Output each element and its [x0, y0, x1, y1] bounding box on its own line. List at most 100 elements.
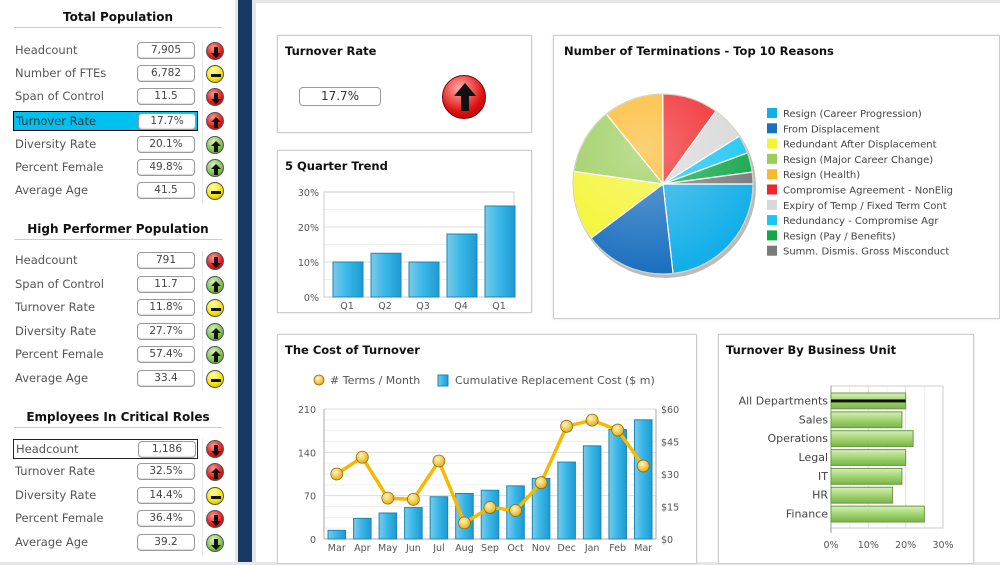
y-tick-label-right: $60 [661, 405, 679, 416]
bar [484, 205, 516, 298]
arrow-down-icon [206, 440, 224, 458]
quarter-trend-chart: 0% 10% 20% 30% Q1 Q2 Q3 Q4 Q1 [298, 188, 516, 312]
legend-swatch [767, 230, 777, 241]
arrow-down-icon [206, 88, 224, 106]
kpi-row-diversity-rate[interactable]: Diversity Rate 14.4% [13, 486, 198, 506]
kpi-label: Average Age [15, 371, 89, 385]
kpi-value: 11.8% [137, 299, 195, 316]
line-point [509, 504, 522, 517]
legend-swatch [767, 123, 777, 134]
arrow-down-icon [206, 534, 224, 552]
bar [332, 261, 364, 298]
kpi-row-average-age[interactable]: Average Age 33.4 [13, 369, 198, 389]
kpi-label: Average Age [15, 535, 89, 549]
quarter-trend-panel: 5 Quarter Trend 0% 10% 20% 30% Q1 Q2 Q3 Q4 Q1 [277, 150, 532, 313]
line-point [534, 476, 548, 490]
kpi-row-average-age[interactable]: Average Age 39.2 [13, 533, 198, 553]
divider [202, 251, 203, 391]
kpi-label: Headcount [15, 43, 78, 57]
kpi-sidebar: Total Population Headcount 7,905 Number of … [0, 0, 235, 562]
line-point [585, 413, 599, 427]
kpi-row-average-age[interactable]: Average Age 41.5 [13, 181, 198, 201]
kpi-row-headcount[interactable]: Headcount 791 [13, 251, 198, 271]
arrow-up-icon [442, 75, 486, 119]
legend-swatch [767, 199, 777, 210]
bar [455, 493, 474, 540]
x-tick-label: Mar [328, 543, 346, 554]
bar [830, 449, 907, 466]
kpi-row-headcount[interactable]: Headcount 7,905 [13, 41, 198, 61]
x-tick-label: 0% [823, 540, 838, 551]
kpi-row-number-of-ftes[interactable]: Number of FTEs 6,782 [13, 64, 198, 84]
terminations-pie-chart: Resign (Career Progression) From Displace… [572, 93, 953, 278]
kpi-row-span-of-control[interactable]: Span of Control 11.5 [13, 87, 198, 107]
bar [446, 233, 478, 298]
kpi-row-turnover-rate[interactable]: Turnover Rate 11.8% [13, 298, 198, 318]
line-point [406, 492, 420, 506]
category-label: All Departments [739, 394, 829, 407]
kpi-row-headcount[interactable]: Headcount 1,186 [13, 439, 198, 459]
legend-label: Expiry of Temp / Fixed Term Cont [783, 201, 947, 212]
kpi-value: 57.4% [137, 346, 195, 363]
x-tick-label: Q4 [454, 301, 468, 312]
kpi-value: 41.5 [137, 182, 195, 199]
kpi-row-diversity-rate[interactable]: Diversity Rate 20.1% [13, 135, 198, 155]
bar [830, 486, 894, 504]
bar [378, 512, 398, 540]
line-point [330, 467, 344, 481]
bar [480, 489, 500, 540]
x-tick-label: Sep [481, 543, 499, 554]
y-tick-label-left: 0 [310, 535, 316, 546]
kpi-row-diversity-rate[interactable]: Diversity Rate 27.7% [13, 322, 198, 342]
y-tick-label: 20% [298, 223, 319, 234]
kpi-row-span-of-control[interactable]: Span of Control 11.7 [13, 275, 198, 295]
kpi-row-percent-female[interactable]: Percent Female 49.8% [13, 158, 198, 178]
kpi-label: Span of Control [15, 277, 104, 291]
pie-gloss [572, 93, 754, 275]
legend-marker-line [313, 374, 325, 386]
cost-of-turnover-chart: 0 70 140 210 $0 $15 $30 $45 $60 Mar Apr May Jun Jul Au… [298, 374, 679, 554]
x-tick-label: 20% [895, 540, 916, 551]
kpi-value: 1,186 [138, 441, 196, 458]
kpi-row-turnover-rate[interactable]: Turnover Rate 17.7% [13, 111, 198, 131]
kpi-label: Percent Female [15, 347, 104, 361]
legend-swatch [767, 215, 777, 226]
arrow-up-icon [206, 323, 224, 341]
y-tick-label-right: $45 [661, 438, 679, 449]
kpi-row-percent-female[interactable]: Percent Female 36.4% [13, 509, 198, 529]
arrow-up-icon [206, 112, 224, 130]
x-tick-label: Jun [405, 543, 421, 554]
x-tick-label: Q1 [340, 301, 354, 312]
category-label: HR [812, 489, 828, 502]
kpi-value: 17.7% [138, 113, 196, 130]
x-tick-label: Oct [507, 543, 524, 554]
bar [830, 430, 914, 448]
x-tick-label: Nov [532, 543, 551, 554]
kpi-value: 33.4 [137, 370, 195, 387]
arrow-down-icon [206, 510, 224, 528]
bar [557, 461, 576, 540]
y-tick-label: 30% [298, 188, 319, 199]
bar [582, 445, 602, 540]
kpi-row-turnover-rate[interactable]: Turnover Rate 32.5% [13, 462, 198, 482]
arrow-up-icon [206, 136, 224, 154]
legend-label: Resign (Career Progression) [783, 109, 922, 120]
y-tick-label-left: 140 [298, 448, 316, 459]
x-tick-label: Feb [609, 543, 626, 554]
bar [327, 529, 347, 540]
sidebar-divider [238, 0, 252, 562]
x-tick-label: Q2 [378, 301, 392, 312]
legend-label: Resign (Pay / Benefits) [783, 231, 896, 242]
divider [202, 41, 203, 203]
kpi-value: 791 [137, 252, 195, 269]
kpi-row-percent-female[interactable]: Percent Female 57.4% [13, 345, 198, 365]
legend-label: # Terms / Month [330, 374, 420, 387]
bar [608, 429, 627, 540]
legend-label: From Displacement [783, 124, 880, 135]
business-unit-chart: 0% 10% 20% 30% All Departments Sales Operation… [739, 385, 954, 551]
turnover-rate-panel: Turnover Rate 17.7% [277, 35, 532, 133]
x-tick-label: Mar [634, 543, 652, 554]
section-title: High Performer Population [14, 222, 222, 240]
terminations-panel: Number of Terminations - Top 10 Reasons … [553, 35, 1000, 319]
kpi-label: Span of Control [15, 89, 104, 103]
